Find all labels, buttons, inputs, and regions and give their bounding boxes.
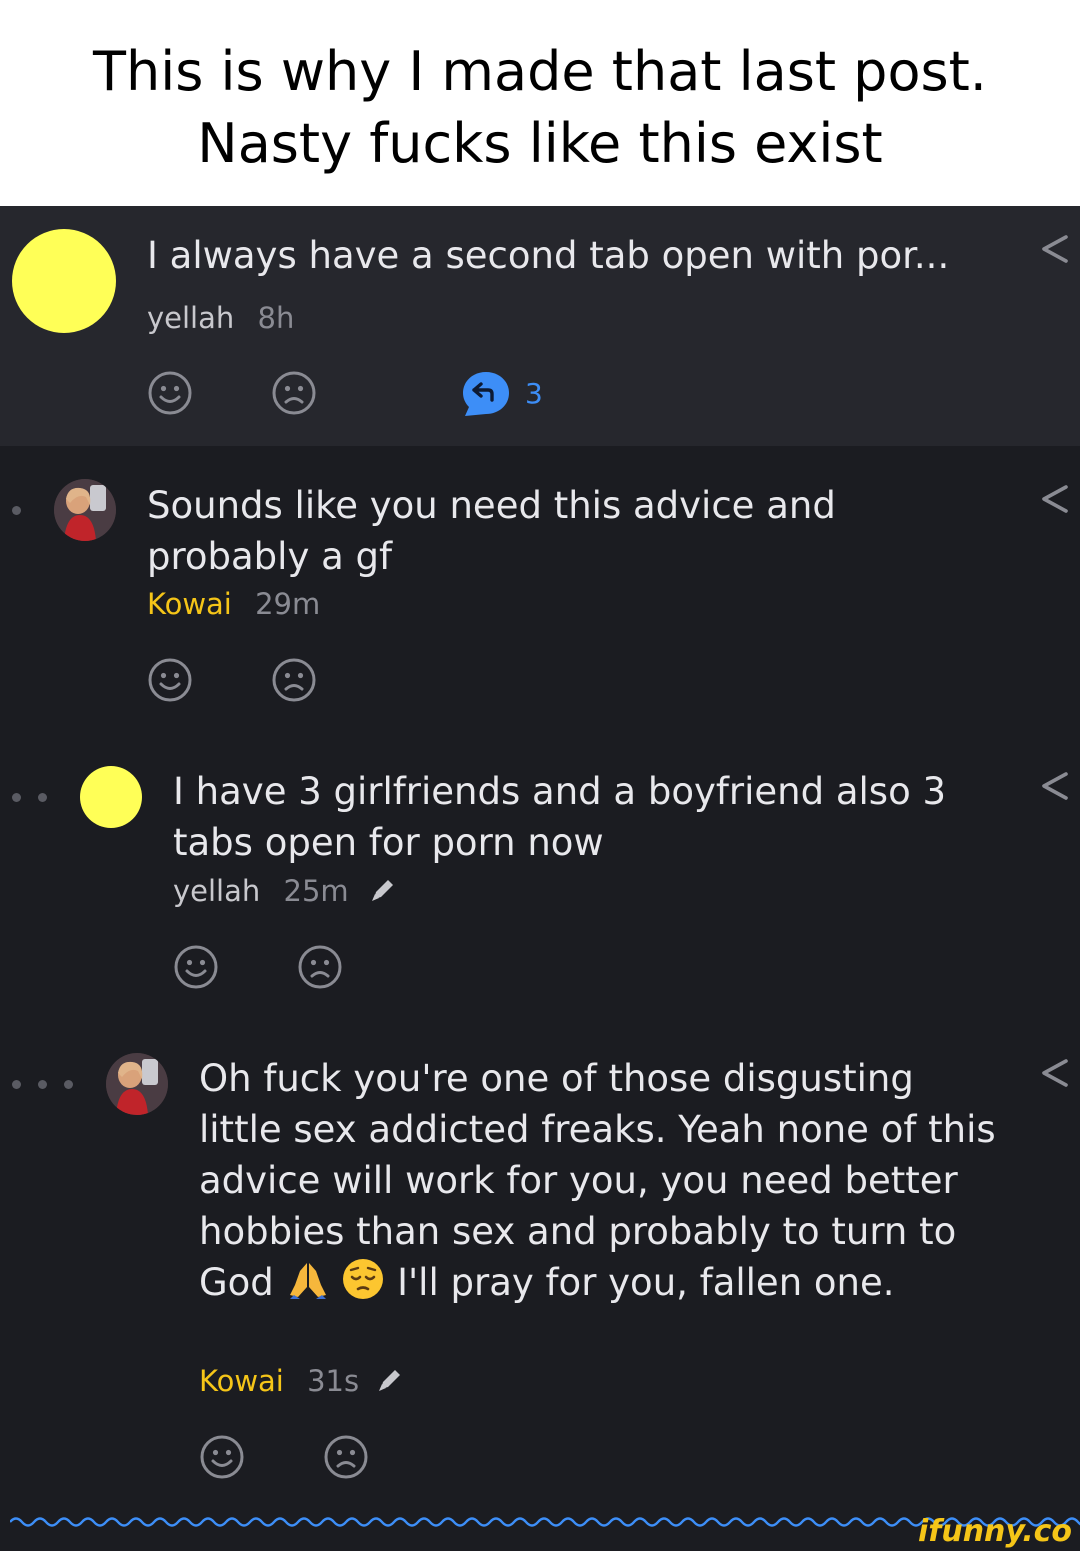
- reply-icon[interactable]: [461, 370, 511, 418]
- comment-op: I always have a second tab open with por…: [0, 206, 1080, 446]
- comment-text-part2: I'll pray for you, fallen one.: [397, 1261, 895, 1304]
- timestamp: 8h: [257, 301, 295, 335]
- smile-icon[interactable]: [147, 657, 193, 703]
- smile-icon[interactable]: [199, 1434, 245, 1480]
- comment-thread: I always have a second tab open with por…: [0, 206, 1080, 1551]
- ifunny-watermark: ifunny.co: [918, 1514, 1072, 1549]
- frown-icon[interactable]: [323, 1434, 369, 1480]
- author-name[interactable]: yellah: [147, 301, 234, 335]
- comment-text: Sounds like you need this advice and pro…: [147, 484, 836, 578]
- share-icon[interactable]: [1038, 232, 1072, 266]
- thread-depth-dot: [38, 1080, 47, 1089]
- thread-depth-dot: [12, 793, 21, 802]
- share-icon[interactable]: [1038, 1056, 1072, 1090]
- share-icon[interactable]: [1038, 482, 1072, 516]
- reply-count[interactable]: 3: [525, 377, 543, 411]
- caption-line-2: Nasty fucks like this exist: [197, 112, 883, 175]
- comment-meta: Kowai 31s: [199, 1363, 359, 1399]
- avatar[interactable]: [54, 479, 116, 541]
- timestamp: 25m: [283, 874, 349, 908]
- smile-icon[interactable]: [173, 944, 219, 990]
- comment-meta: yellah 8h: [147, 300, 294, 336]
- pencil-icon: [379, 1370, 400, 1391]
- thread-depth-dot: [12, 1080, 21, 1089]
- pensive-face-icon: [343, 1259, 384, 1299]
- author-name[interactable]: Kowai: [147, 587, 232, 621]
- author-name[interactable]: yellah: [173, 874, 260, 908]
- thread-depth-dot: [38, 793, 47, 802]
- share-icon[interactable]: [1038, 769, 1072, 803]
- frown-icon[interactable]: [271, 370, 317, 416]
- author-name[interactable]: Kowai: [199, 1364, 284, 1398]
- thread-depth-dot: [64, 1080, 73, 1089]
- comment-text: Oh fuck you're one of those disgusting l…: [199, 1053, 999, 1308]
- meme-caption: This is why I made that last post. Nasty…: [0, 0, 1080, 206]
- smile-icon[interactable]: [147, 370, 193, 416]
- caption-line-1: This is why I made that last post.: [93, 40, 987, 103]
- comment-meta: Kowai 29m: [147, 586, 320, 622]
- avatar[interactable]: [12, 229, 116, 333]
- frown-icon[interactable]: [271, 657, 317, 703]
- avatar[interactable]: [80, 766, 142, 828]
- praying-hands-icon: [289, 1263, 326, 1299]
- thread-depth-dot: [12, 506, 21, 515]
- comment-meta: yellah 25m: [173, 873, 349, 909]
- comment-text: I have 3 girlfriends and a boyfriend als…: [173, 770, 947, 864]
- frown-icon[interactable]: [297, 944, 343, 990]
- timestamp: 31s: [307, 1364, 360, 1398]
- comment-text: I always have a second tab open with por…: [147, 234, 950, 277]
- avatar[interactable]: [106, 1053, 168, 1115]
- pencil-icon: [372, 880, 393, 901]
- timestamp: 29m: [255, 587, 321, 621]
